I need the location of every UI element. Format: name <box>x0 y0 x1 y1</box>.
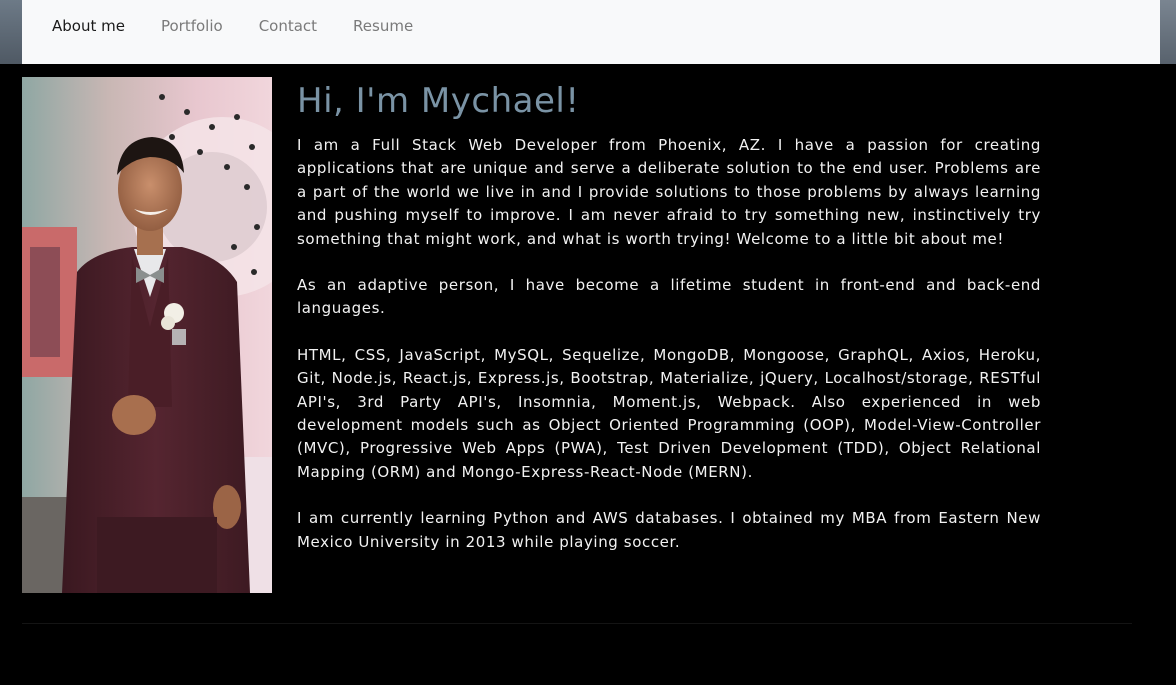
nav-link-portfolio[interactable]: Portfolio <box>161 18 223 34</box>
nav-link-about-me[interactable]: About me <box>52 18 125 34</box>
section-divider <box>22 623 1132 624</box>
top-navbar: About me Portfolio Contact Resume <box>22 0 1160 64</box>
header-background-left <box>0 0 22 64</box>
nav-link-resume[interactable]: Resume <box>353 18 413 34</box>
adaptive-paragraph: As an adaptive person, I have become a l… <box>297 276 1041 318</box>
nav-link-contact[interactable]: Contact <box>259 18 317 34</box>
skills-paragraph: HTML, CSS, JavaScript, MySQL, Sequelize,… <box>297 345 1041 481</box>
intro-paragraph: I am a Full Stack Web Developer from Pho… <box>297 136 1041 248</box>
profile-photo <box>22 77 272 593</box>
education-paragraph: I am currently learning Python and AWS d… <box>297 509 1041 551</box>
page-title: Hi, I'm Mychael! <box>297 81 580 121</box>
header-background-right <box>1160 0 1176 64</box>
about-section: Hi, I'm Mychael! I am a Full Stack Web D… <box>297 78 1041 577</box>
